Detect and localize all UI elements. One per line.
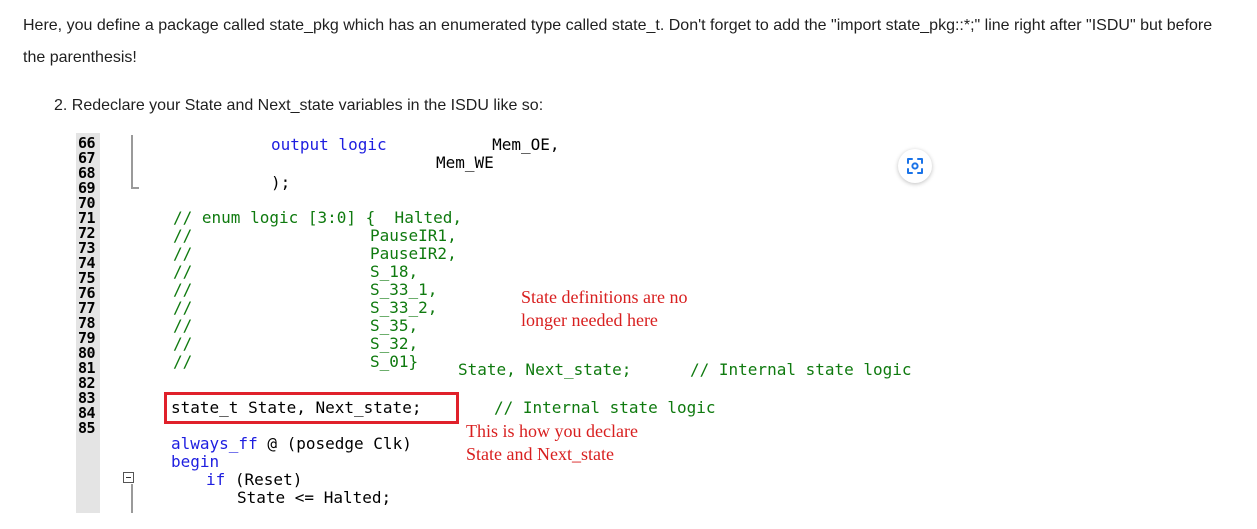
code-line-68: ); <box>271 173 291 192</box>
code-line-78-vars: State, Next_state; <box>458 360 632 379</box>
comment-slash: // <box>173 262 193 281</box>
comment-slash: // <box>173 244 193 263</box>
code-line-70-comment: // enum logic [3:0] { Halted, <box>173 208 462 227</box>
code-line-82-keyword: always_ff <box>171 434 258 453</box>
code-line-67: Mem_WE <box>436 153 494 172</box>
highlight-box <box>164 392 459 424</box>
code-line-72: PauseIR2, <box>370 244 457 263</box>
annotation-note-1-line-1: State definitions are no <box>521 287 688 307</box>
code-line-85: State <= Halted; <box>237 488 392 507</box>
annotation-note-2: This is how you declare State and Next_s… <box>466 420 638 466</box>
comment-slash: // <box>173 334 193 353</box>
code-line-77: S_32, <box>370 334 419 353</box>
code-screenshot: 66 67 68 69 70 71 72 73 74 75 76 77 78 7… <box>76 133 942 513</box>
code-line-73: S_18, <box>370 262 419 281</box>
fold-line <box>131 135 133 187</box>
comment-slash: // <box>173 316 193 335</box>
code-line-78: S_01} <box>370 352 419 371</box>
code-line-82: always_ff @ (posedge Clk) <box>171 435 412 453</box>
fold-end <box>131 187 139 189</box>
annotation-note-2-line-2: State and Next_state <box>466 444 614 464</box>
code-line-80-comment: // Internal state logic <box>494 398 716 417</box>
step-item: 2. Redeclare your State and Next_state v… <box>54 97 544 114</box>
lens-search-icon <box>907 158 923 174</box>
intro-paragraph: Here, you define a package called state_… <box>23 17 1213 66</box>
code-line-78-comment: // Internal state logic <box>690 360 912 379</box>
code-line-84-keyword: if <box>206 470 226 489</box>
code-line-66-keyword: output logic <box>271 135 387 154</box>
fold-toggle[interactable] <box>123 472 134 483</box>
lens-search-button[interactable] <box>898 149 932 183</box>
code-line-66-signal: Mem_OE, <box>415 135 560 154</box>
annotation-note-1: State definitions are no longer needed h… <box>521 286 687 332</box>
comment-slash: // <box>173 280 193 299</box>
annotation-note-2-line-1: This is how you declare <box>466 421 638 441</box>
code-line-71: PauseIR1, <box>370 226 457 245</box>
code-line-83: begin <box>171 452 220 471</box>
comment-slash: // <box>173 226 193 245</box>
code-line-75: S_33_2, <box>370 298 438 317</box>
code-line-84: if (Reset) <box>206 471 302 489</box>
code-line-82-rest: @ (posedge Clk) <box>257 434 412 453</box>
code-line-76: S_35, <box>370 316 419 335</box>
line-number: 85 <box>78 419 96 437</box>
code-line-84-rest: (Reset) <box>225 470 303 489</box>
comment-slash: // <box>173 298 193 317</box>
annotation-note-1-line-2: longer needed here <box>521 310 658 330</box>
comment-slash: // <box>173 352 193 371</box>
code-line-74: S_33_1, <box>370 280 438 299</box>
fold-line <box>131 484 133 513</box>
